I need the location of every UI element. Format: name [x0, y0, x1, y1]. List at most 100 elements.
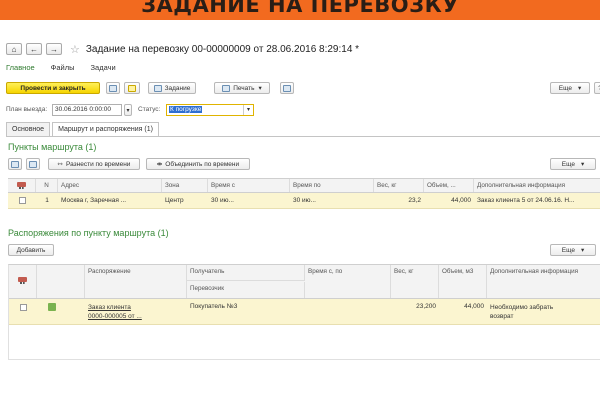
route-row-weight: 23,2 [408, 197, 421, 204]
route-points-header: N Адрес Зона Время с Время по Вес, кг Об… [8, 179, 600, 193]
tab-route-orders[interactable]: Маршрут и распоряжения (1) [52, 122, 159, 136]
route-edit-button[interactable] [8, 158, 22, 170]
section-tasks[interactable]: Задачи [91, 63, 116, 72]
task-icon [153, 84, 162, 92]
table-row[interactable]: 1 Москва г, Заречная ... Центр 30 ию... … [8, 193, 600, 209]
header-recipient[interactable]: Получатель [187, 265, 305, 281]
plan-departure-dropdown[interactable]: ▾ [124, 104, 132, 116]
post-button[interactable] [124, 82, 140, 94]
chevron-down-icon: ▾ [258, 85, 262, 92]
merge-arrows-icon: ⇼ [156, 161, 163, 168]
structure-icon [283, 84, 291, 92]
home-button[interactable]: ⌂ [6, 43, 22, 55]
arrow-left-icon: ← [30, 44, 38, 54]
orders-title: Распоряжения по пункту маршрута (1) [8, 228, 169, 238]
route-row-time-from: 30 ию... [211, 197, 234, 204]
route-row-number: 1 [45, 197, 49, 204]
banner-title: ЗАДАНИЕ НА ПЕРЕВОЗКУ [141, 0, 459, 17]
tab-divider [6, 136, 600, 137]
task-label: Задание [164, 84, 191, 92]
post-doc-icon [128, 84, 136, 92]
chevron-down-icon: ▾ [577, 85, 582, 92]
header-address[interactable]: Адрес [58, 179, 162, 192]
header-volume[interactable]: Объем, м3 [439, 265, 487, 298]
order-link-cell[interactable]: Заказ клиента 0000-000005 от ... [85, 299, 187, 324]
orders-more-button[interactable]: Еще ▾ [550, 244, 596, 256]
truck-icon [18, 277, 27, 284]
orders-header: Распоряжение Получатель Перевозчик Время… [9, 265, 600, 299]
chevron-down-icon[interactable]: ▾ [243, 105, 253, 115]
route-row-info: Заказ клиента 5 от 24.06.16. Н... [477, 197, 575, 204]
home-icon: ⌂ [11, 44, 17, 54]
print-button[interactable]: Печать ▾ [214, 82, 270, 94]
header-time-from[interactable]: Время с [208, 179, 290, 192]
header-vehicle [8, 179, 36, 192]
status-select[interactable]: К погрузке ▾ [166, 104, 254, 116]
header-fields: План выезда: 30.06.2016 0:00:00 ▾ Статус… [6, 104, 600, 116]
order-volume: 44,000 [464, 303, 484, 310]
merge-time-label: Объединить по времени [165, 160, 240, 168]
save-button[interactable] [106, 82, 120, 94]
star-icon[interactable]: ☆ [70, 43, 80, 56]
order-recipient: Покупатель №3 [190, 303, 238, 310]
merge-time-button[interactable]: ⇼ Объединить по времени [146, 158, 250, 170]
order-info-line2: возврат [490, 313, 514, 320]
table-row[interactable]: Заказ клиента 0000-000005 от ... Покупат… [9, 299, 600, 325]
order-info-cell: Необходимо забрать возврат [487, 299, 600, 324]
route-row-volume: 44,000 [451, 197, 471, 204]
back-button[interactable]: ← [26, 43, 42, 55]
more-button[interactable]: Еще ▾ [550, 82, 590, 94]
document-title: Задание на перевозку 00-00000009 от 28.0… [85, 43, 360, 55]
header-zone[interactable]: Зона [162, 179, 208, 192]
tab-bar: Основное Маршрут и распоряжения (1) [6, 122, 161, 136]
plan-departure-input[interactable]: 30.06.2016 0:00:00 [52, 104, 122, 116]
status-value: К погрузке [169, 106, 203, 113]
header-additional-info[interactable]: Дополнительная информация [474, 179, 600, 192]
header-volume[interactable]: Объем, ... [424, 179, 474, 192]
order-link-line1[interactable]: Заказ клиента [88, 303, 184, 312]
tab-main[interactable]: Основное [6, 122, 51, 136]
document-window: ⌂ ← → ☆ Задание на перевозку 00-00000009… [0, 36, 600, 400]
structure-button[interactable] [280, 82, 294, 94]
route-more-button[interactable]: Еще ▾ [550, 158, 596, 170]
row-checkbox[interactable] [19, 197, 26, 204]
header-additional-info[interactable]: Дополнительная информация [487, 265, 600, 298]
route-row-zone: Центр [165, 197, 184, 204]
title-bar: ⌂ ← → ☆ Задание на перевозку 00-00000009… [6, 42, 600, 56]
route-row-address: Москва г, Заречная ... [61, 197, 127, 204]
order-link-line2[interactable]: 0000-000005 от ... [88, 312, 184, 321]
more-label: Еще [558, 84, 572, 92]
header-time-range[interactable]: Время с, по [305, 265, 391, 298]
orders-table: Распоряжение Получатель Перевозчик Время… [8, 264, 600, 360]
header-carrier[interactable]: Перевозчик [187, 282, 305, 298]
header-weight[interactable]: Вес, кг [391, 265, 439, 298]
header-weight[interactable]: Вес, кг [374, 179, 424, 192]
header-time-to[interactable]: Время по [290, 179, 374, 192]
post-and-close-button[interactable]: Провести и закрыть [6, 82, 100, 94]
split-arrows-icon: ⇿ [57, 161, 63, 168]
truck-icon [17, 182, 26, 189]
orders-more-label: Еще [561, 246, 575, 254]
header-order[interactable]: Распоряжение [85, 265, 187, 298]
plan-departure-value: 30.06.2016 0:00:00 [55, 106, 112, 113]
arrow-right-icon: → [50, 44, 58, 54]
route-points-toolbar: ⇿ Разнести по времени ⇼ Объединить по врем… [6, 158, 600, 171]
chevron-down-icon: ▾ [126, 107, 130, 114]
status-label: Статус: [138, 106, 161, 113]
forward-button[interactable]: → [46, 43, 62, 55]
chevron-down-icon: ▾ [580, 247, 585, 254]
order-weight: 23,200 [416, 303, 436, 310]
section-files[interactable]: Файлы [51, 63, 75, 72]
order-doc-cell [45, 299, 69, 324]
add-order-button[interactable]: Добавить [8, 244, 54, 256]
help-button[interactable]: ? [594, 82, 600, 94]
route-copy-button[interactable] [26, 158, 40, 170]
section-panel: Главное Файлы Задачи [6, 63, 116, 72]
row-checkbox[interactable] [20, 304, 27, 311]
orders-toolbar: Добавить Еще ▾ [6, 244, 600, 257]
distribute-time-button[interactable]: ⇿ Разнести по времени [48, 158, 140, 170]
header-number[interactable]: N [36, 179, 58, 192]
section-main[interactable]: Главное [6, 63, 35, 72]
route-row-time-to: 30 ию... [293, 197, 316, 204]
task-button[interactable]: Задание [148, 82, 196, 94]
